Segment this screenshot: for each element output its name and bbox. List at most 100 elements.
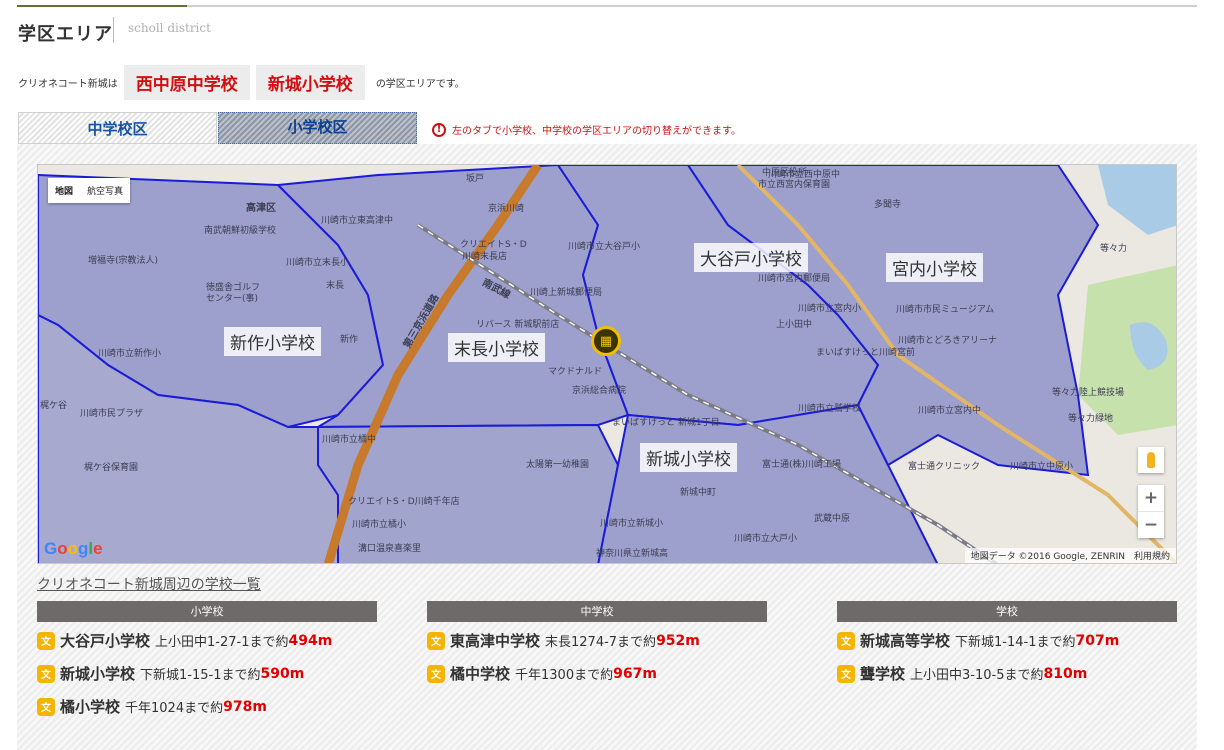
map-type-toggle: 地図 航空写真 — [48, 178, 131, 203]
school-row: 文 大谷戸小学校 上小田中1-27-1まで約 494m — [37, 626, 377, 655]
map-type-satellite-button[interactable]: 航空写真 — [80, 178, 130, 203]
intro-tail: の学区エリアです。 — [375, 78, 465, 90]
map-label: 神奈川県立新城高 — [596, 549, 669, 559]
zone-label-oyato: 大谷戸小学校 — [694, 243, 808, 272]
map-label: 高津区 — [246, 203, 276, 214]
map-label: 梶ケ谷 — [40, 401, 68, 411]
map-label: 多聞寺 — [874, 200, 902, 210]
school-name: 新城高等学校 — [860, 632, 951, 650]
map-label: 川崎市立橘中 — [322, 435, 377, 445]
school-column-elementary: 小学校 文 大谷戸小学校 上小田中1-27-1まで約 494m 文 新城小学校 … — [37, 601, 377, 721]
map-label: 川崎市市民ミュージアム — [896, 305, 995, 315]
map-label: 京浜川崎 — [488, 204, 525, 214]
map-label: 増福寺(宗教法人) — [88, 256, 159, 266]
map-label: 南武朝鮮初級学校 — [204, 226, 277, 236]
map-label: 上小田中 — [776, 320, 813, 330]
tab-elementary[interactable]: 小学校区 — [218, 112, 417, 144]
school-name: 橘中学校 — [450, 665, 511, 683]
school-icon: 文 — [37, 664, 55, 683]
map-attribution[interactable]: 地図データ ©2016 Google, ZENRIN 利用規約 — [964, 548, 1176, 563]
column-header: 小学校 — [37, 601, 377, 622]
map-label: 川崎市立東高津中 — [321, 216, 394, 226]
school-row: 文 聾学校 上小田中3-10-5まで約 810m — [837, 659, 1177, 688]
map-label: 川崎市とどろきアリーナ — [898, 336, 998, 346]
school-row: 文 新城高等学校 下新城1-14-1まで約 707m — [837, 626, 1177, 655]
map-label: センター(事) — [206, 294, 259, 304]
zoom-control: + − — [1138, 485, 1164, 538]
school-row: 文 東高津中学校 末長1274-7まで約 952m — [427, 626, 767, 655]
school-row: 文 橘中学校 千年1300まで約 967m — [427, 659, 767, 688]
school-district-map[interactable]: 地図 航空写真 大谷戸小学校 宮内小学校 新作小学校 末長小学校 新城小学校 高… — [37, 164, 1177, 564]
top-rule — [17, 5, 1197, 7]
intro-lead: クリオネコート新城は — [18, 78, 118, 90]
map-label: 溝口温泉喜楽里 — [358, 544, 422, 554]
elementary-chip: 新城小学校 — [255, 64, 365, 100]
school-distance: 707m — [1075, 632, 1120, 649]
school-list-title[interactable]: クリオネコート新城周辺の学校一覧 — [37, 574, 261, 594]
map-label: 末長 — [326, 281, 345, 291]
map-label: 川崎市立宮内小 — [798, 304, 862, 314]
tab-junior-high[interactable]: 中学校区 — [18, 112, 217, 144]
map-label: 川崎市立新城小 — [600, 519, 664, 529]
zoom-in-button[interactable]: + — [1138, 485, 1164, 511]
map-label: 川崎市立中原小 — [1010, 462, 1074, 472]
google-logo: Google — [44, 539, 103, 558]
school-name: 聾学校 — [860, 665, 906, 683]
school-icon: 文 — [427, 664, 445, 683]
zoom-out-button[interactable]: − — [1138, 512, 1164, 538]
school-address: 下新城1-14-1まで約 — [955, 635, 1076, 650]
map-label: 京浜総合病院 — [572, 386, 627, 396]
school-row: 文 新城小学校 下新城1-15-1まで約 590m — [37, 659, 377, 688]
map-label: まいばすけっと川崎宮前 — [816, 348, 916, 358]
map-label: 川崎市民プラザ — [80, 409, 144, 419]
school-address: 下新城1-15-1まで約 — [140, 668, 261, 683]
column-header: 中学校 — [427, 601, 767, 622]
map-label: 等々力陸上競技場 — [1052, 388, 1125, 398]
school-row: 文 橘小学校 千年1024まで約 978m — [37, 692, 377, 721]
map-label: 新作 — [340, 335, 359, 345]
street-view-pegman[interactable] — [1138, 447, 1164, 473]
intro-line: クリオネコート新城は 西中原中学校 新城小学校 の学区エリアです。 — [18, 64, 465, 100]
school-address: 千年1300まで約 — [515, 668, 614, 683]
school-icon: 文 — [37, 631, 55, 650]
school-address: 上小田中1-27-1まで約 — [155, 635, 289, 650]
map-label: リバース 新城駅前店 — [476, 320, 560, 330]
map-label: 太陽第一幼稚園 — [526, 460, 590, 470]
school-icon: 文 — [427, 631, 445, 650]
school-icon: 文 — [37, 697, 55, 716]
map-label: 梶ケ谷保育園 — [84, 463, 139, 473]
exclamation-circle-icon: ! — [432, 122, 446, 137]
map-label: 川崎市宮内郵便局 — [758, 274, 831, 284]
map-label: 川崎上新城郵便局 — [530, 288, 603, 298]
map-type-map-button[interactable]: 地図 — [48, 178, 80, 203]
school-address: 末長1274-7まで約 — [545, 635, 657, 650]
zone-label-shinsaku: 新作小学校 — [224, 327, 321, 356]
map-label: 川崎市立鷲学校 — [798, 404, 862, 414]
map-label: クリエイトS・D川崎千年店 — [348, 497, 460, 507]
map-label: 富士通クリニック — [908, 462, 981, 472]
school-column-junior-high: 中学校 文 東高津中学校 末長1274-7まで約 952m 文 橘中学校 千年1… — [427, 601, 767, 688]
map-label: 川崎市立新作小 — [98, 349, 162, 359]
pegman-icon — [1147, 452, 1155, 468]
school-distance: 967m — [613, 665, 657, 682]
school-name: 橘小学校 — [60, 698, 121, 716]
school-distance: 494m — [288, 632, 333, 649]
building-icon: ▦ — [599, 333, 613, 349]
school-address: 上小田中3-10-5まで約 — [910, 668, 1044, 683]
map-label: 坂戸 — [466, 174, 485, 184]
notice-text: 左のタブで小学校、中学校の学区エリアの切り替えができます。 — [452, 126, 741, 137]
school-icon: 文 — [837, 631, 855, 650]
school-address: 千年1024まで約 — [125, 701, 224, 716]
zone-label-suenaga: 末長小学校 — [448, 333, 545, 362]
map-label: まいばすけっと 新城1丁目 — [612, 418, 720, 428]
school-icon: 文 — [837, 664, 855, 683]
map-label: 川崎市立大谷戸小 — [568, 242, 641, 252]
property-pin[interactable]: ▦ — [591, 326, 621, 356]
school-name: 大谷戸小学校 — [60, 632, 151, 650]
map-label: 川崎市立大戸小 — [734, 534, 798, 544]
section-title: 学区エリア — [18, 24, 113, 45]
junior-high-chip: 西中原中学校 — [123, 64, 250, 100]
map-label: 富士通(株)川崎工場 — [762, 460, 842, 470]
map-label: 新城中町 — [680, 488, 717, 498]
map-label: 川崎市立橘小 — [352, 520, 407, 530]
